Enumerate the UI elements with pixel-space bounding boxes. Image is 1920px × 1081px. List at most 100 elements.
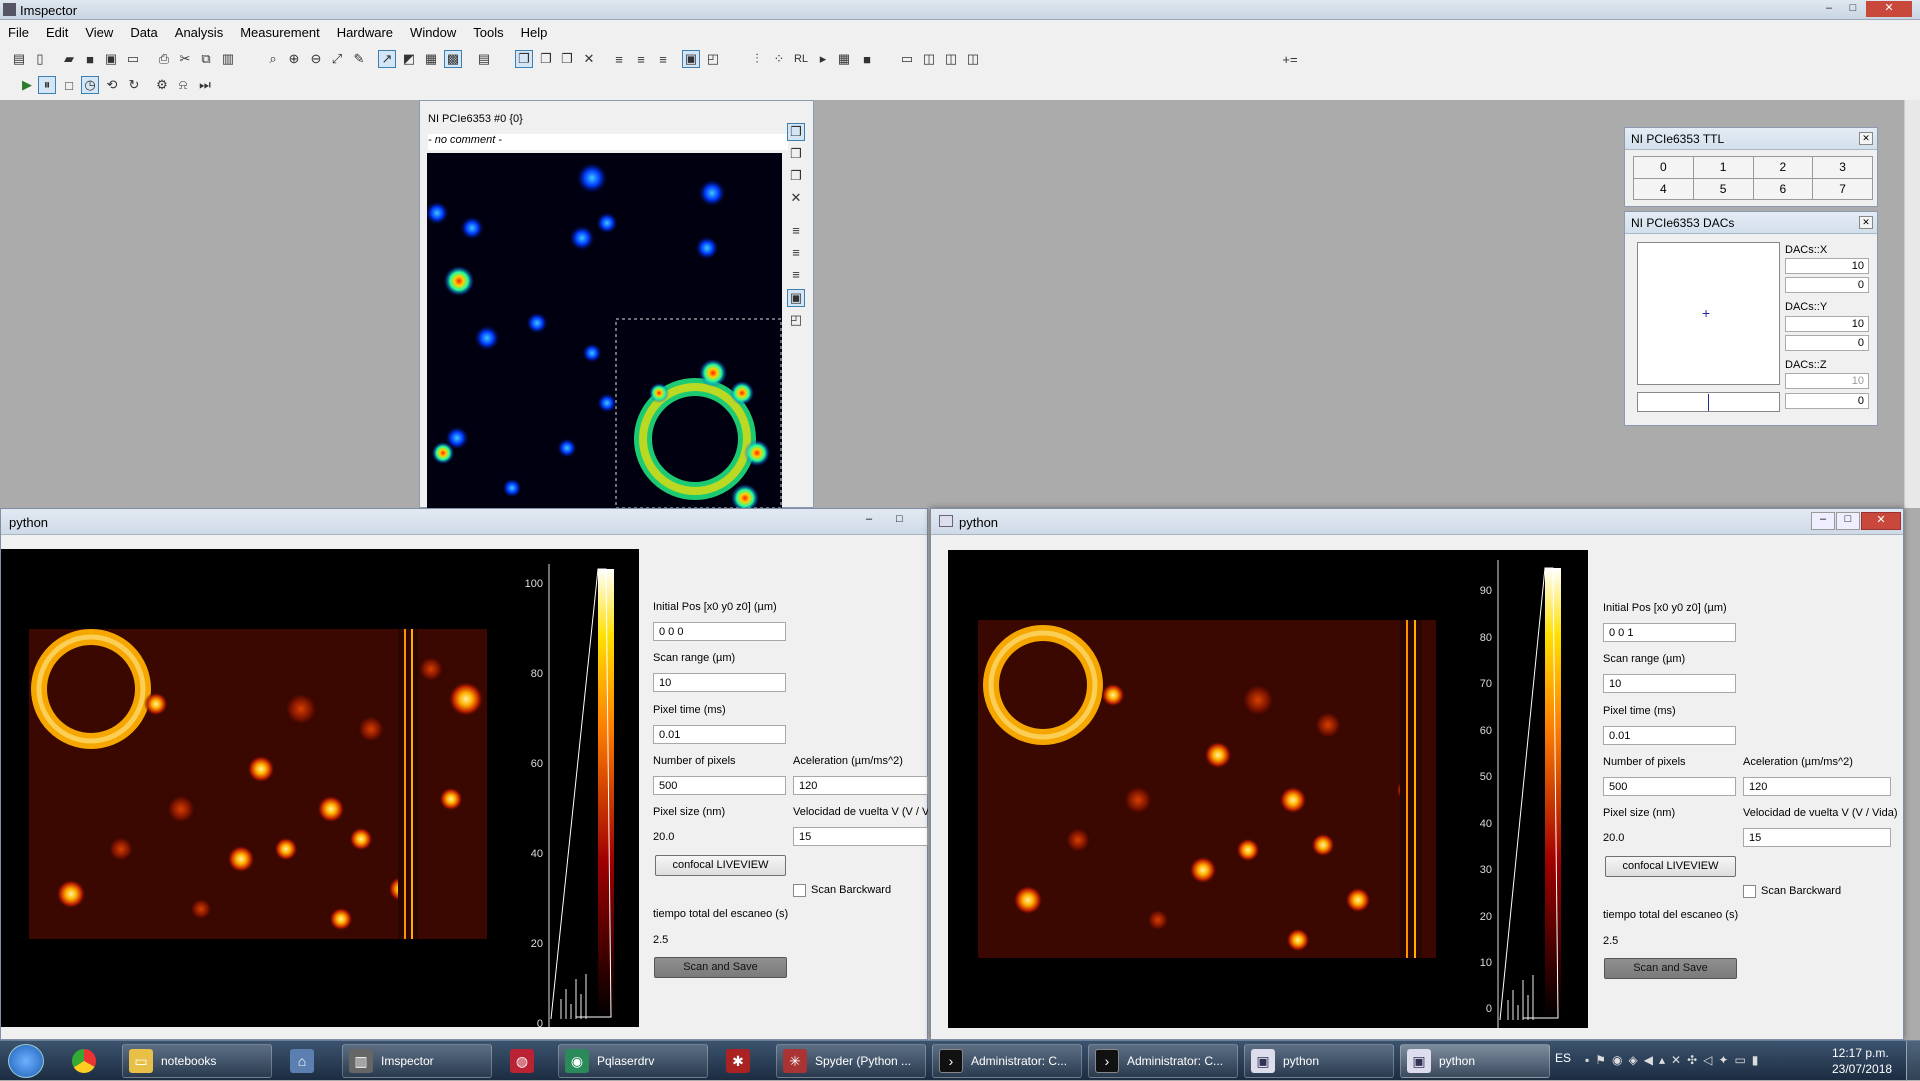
new-doc-icon[interactable]: ▯ — [31, 50, 49, 68]
pause-icon[interactable]: ⏸ — [38, 76, 56, 94]
frame-icon[interactable]: ▣ — [682, 50, 700, 68]
play-icon[interactable]: ▶ — [18, 76, 36, 94]
paste-icon[interactable]: ▥ — [219, 50, 237, 68]
scan-range-field[interactable]: 10 — [653, 673, 786, 692]
dac-y-min-field[interactable]: 0 — [1785, 335, 1869, 351]
network-icon[interactable]: ▴ — [1659, 1053, 1665, 1067]
skip-icon[interactable]: ⏭ — [196, 76, 214, 94]
velocity-field[interactable]: 15 — [1743, 828, 1891, 847]
region-tool-icon[interactable]: ▦ — [422, 50, 440, 68]
stack2-icon[interactable]: ❐ — [537, 50, 555, 68]
align-center-icon[interactable]: ≡ — [632, 50, 650, 68]
scan-backward-checkbox[interactable] — [793, 884, 806, 897]
taskbar-item-imspector[interactable]: ▥ Imspector — [342, 1044, 492, 1078]
crossing-icon[interactable]: ✕ — [580, 50, 598, 68]
num-pixels-field[interactable]: 500 — [1603, 777, 1736, 796]
scan-backward-checkbox[interactable] — [1743, 885, 1756, 898]
python-window-left[interactable]: python – □ 100 80 60 40 20 0 Initial Pos… — [0, 508, 928, 1040]
acceleration-field[interactable]: 120 — [793, 776, 928, 795]
clock-time[interactable]: 12:17 p.m. — [1832, 1046, 1889, 1060]
stack-side-icon[interactable]: ❐ — [787, 123, 805, 141]
graph-icon[interactable]: ⫶ — [748, 50, 766, 68]
grid-icon[interactable]: ▦ — [835, 50, 853, 68]
menu-analysis[interactable]: Analysis — [175, 25, 223, 40]
python-right-maximize-button[interactable]: □ — [1836, 512, 1860, 530]
flag-icon[interactable]: ⚑ — [1595, 1053, 1606, 1067]
menu-view[interactable]: View — [85, 25, 113, 40]
chart-tray-icon[interactable]: ▮ — [1752, 1053, 1759, 1067]
taskbar-item-spyder[interactable]: ✳ Spyder (Python ... — [776, 1044, 926, 1078]
ttl-channel-7[interactable]: 7 — [1813, 178, 1872, 199]
menu-data[interactable]: Data — [130, 25, 157, 40]
menu-help[interactable]: Help — [521, 25, 548, 40]
python-left-plot[interactable]: 100 80 60 40 20 0 — [1, 549, 639, 1027]
save-all-icon[interactable]: ▣ — [102, 50, 120, 68]
start-button[interactable] — [8, 1044, 44, 1078]
taskbar-item-python-1[interactable]: ▣ python — [1244, 1044, 1394, 1078]
save-icon[interactable]: ■ — [81, 50, 99, 68]
bluetooth-icon[interactable]: ✕ — [1671, 1053, 1681, 1067]
refresh-icon[interactable]: ↻ — [125, 76, 143, 94]
ttl-channel-6[interactable]: 6 — [1753, 178, 1813, 199]
frame-side-icon[interactable]: ▣ — [787, 289, 805, 307]
velocity-field[interactable]: 15 — [793, 827, 928, 846]
taskbar-item-python-2[interactable]: ▣ python — [1400, 1044, 1550, 1078]
panel4-icon[interactable]: ◫ — [964, 50, 982, 68]
web-app-icon[interactable]: ✱ — [726, 1049, 750, 1073]
ttl-channel-1[interactable]: 1 — [1693, 157, 1753, 178]
print-icon[interactable]: ⎙ — [155, 50, 173, 68]
confocal-liveview-button[interactable]: confocal LIVEVIEW — [1605, 856, 1736, 877]
dac-x-max-field[interactable]: 10 — [1785, 258, 1869, 274]
network-app-icon[interactable]: ⌂ — [290, 1049, 314, 1073]
frame-side2-icon[interactable]: ◰ — [787, 311, 805, 329]
align-side2-icon[interactable]: ≡ — [787, 243, 805, 261]
volume-icon[interactable]: ◁ — [1703, 1053, 1712, 1067]
config-icon[interactable]: ⚙ — [153, 76, 171, 94]
scatter-icon[interactable]: ⁘ — [770, 50, 788, 68]
ttl-channel-5[interactable]: 5 — [1693, 178, 1753, 199]
align-left-icon[interactable]: ≡ — [610, 50, 628, 68]
monitor-icon[interactable]: ▭ — [1734, 1053, 1745, 1067]
menu-edit[interactable]: Edit — [46, 25, 68, 40]
scan-and-save-button[interactable]: Scan and Save — [654, 957, 787, 978]
open-icon[interactable]: ▰ — [60, 50, 78, 68]
menu-window[interactable]: Window — [410, 25, 456, 40]
mdi-scrollbar[interactable] — [1904, 100, 1920, 508]
zoom-fit-icon[interactable]: ⤢ — [328, 50, 346, 68]
menu-tools[interactable]: Tools — [473, 25, 503, 40]
ttl-channel-4[interactable]: 4 — [1634, 178, 1693, 199]
chrome-tray-icon[interactable]: ◉ — [1612, 1053, 1622, 1067]
rl-icon[interactable]: RL — [792, 50, 810, 68]
window-icon[interactable]: ▭ — [124, 50, 142, 68]
pixel-time-field[interactable]: 0.01 — [1603, 726, 1736, 745]
dac-z-min-field[interactable]: 0 — [1785, 393, 1869, 409]
power-icon[interactable]: ✦ — [1718, 1053, 1728, 1067]
panel1-icon[interactable]: ▭ — [898, 50, 916, 68]
play-small-icon[interactable]: ▸ — [814, 50, 832, 68]
taskbar-item-cmd-1[interactable]: › Administrator: C... — [932, 1044, 1082, 1078]
stack-side2-icon[interactable]: ❐ — [787, 145, 805, 163]
stack3-icon[interactable]: ❐ — [558, 50, 576, 68]
alarm-icon[interactable]: ⍾ — [174, 76, 192, 94]
python-right-minimize-button[interactable]: – — [1811, 512, 1835, 530]
python-window-right[interactable]: python – □ ✕ 90 80 70 60 50 40 30 20 10 … — [930, 508, 1904, 1040]
initial-pos-field[interactable]: 0 0 1 — [1603, 623, 1736, 642]
minimize-button[interactable]: – — [1818, 1, 1840, 17]
tools-icon[interactable]: ✣ — [1687, 1053, 1697, 1067]
chrome-icon[interactable] — [72, 1049, 96, 1073]
select-tool-icon[interactable]: ◩ — [400, 50, 418, 68]
align-side3-icon[interactable]: ≡ — [787, 265, 805, 283]
z-slider-handle[interactable] — [1708, 394, 1709, 411]
python-left-minimize-button[interactable]: – — [866, 513, 872, 525]
image-window[interactable]: NI PCIe6353 #0 {0} - no comment - ❐ ❐ ❐ … — [419, 100, 814, 508]
fill-icon[interactable]: ■ — [858, 50, 876, 68]
taskbar-item-cmd-2[interactable]: › Administrator: C... — [1088, 1044, 1238, 1078]
speaker-muted-icon[interactable]: ◀ — [1644, 1053, 1653, 1067]
menu-file[interactable]: File — [8, 25, 29, 40]
paint-app-icon[interactable]: ◍ — [510, 1049, 534, 1073]
shield-icon[interactable]: ◈ — [1629, 1053, 1638, 1067]
align-side-icon[interactable]: ≡ — [787, 221, 805, 239]
zoom-out-icon[interactable]: ⊖ — [307, 50, 325, 68]
show-desktop-button[interactable] — [1906, 1041, 1920, 1081]
align-right-icon[interactable]: ≡ — [654, 50, 672, 68]
